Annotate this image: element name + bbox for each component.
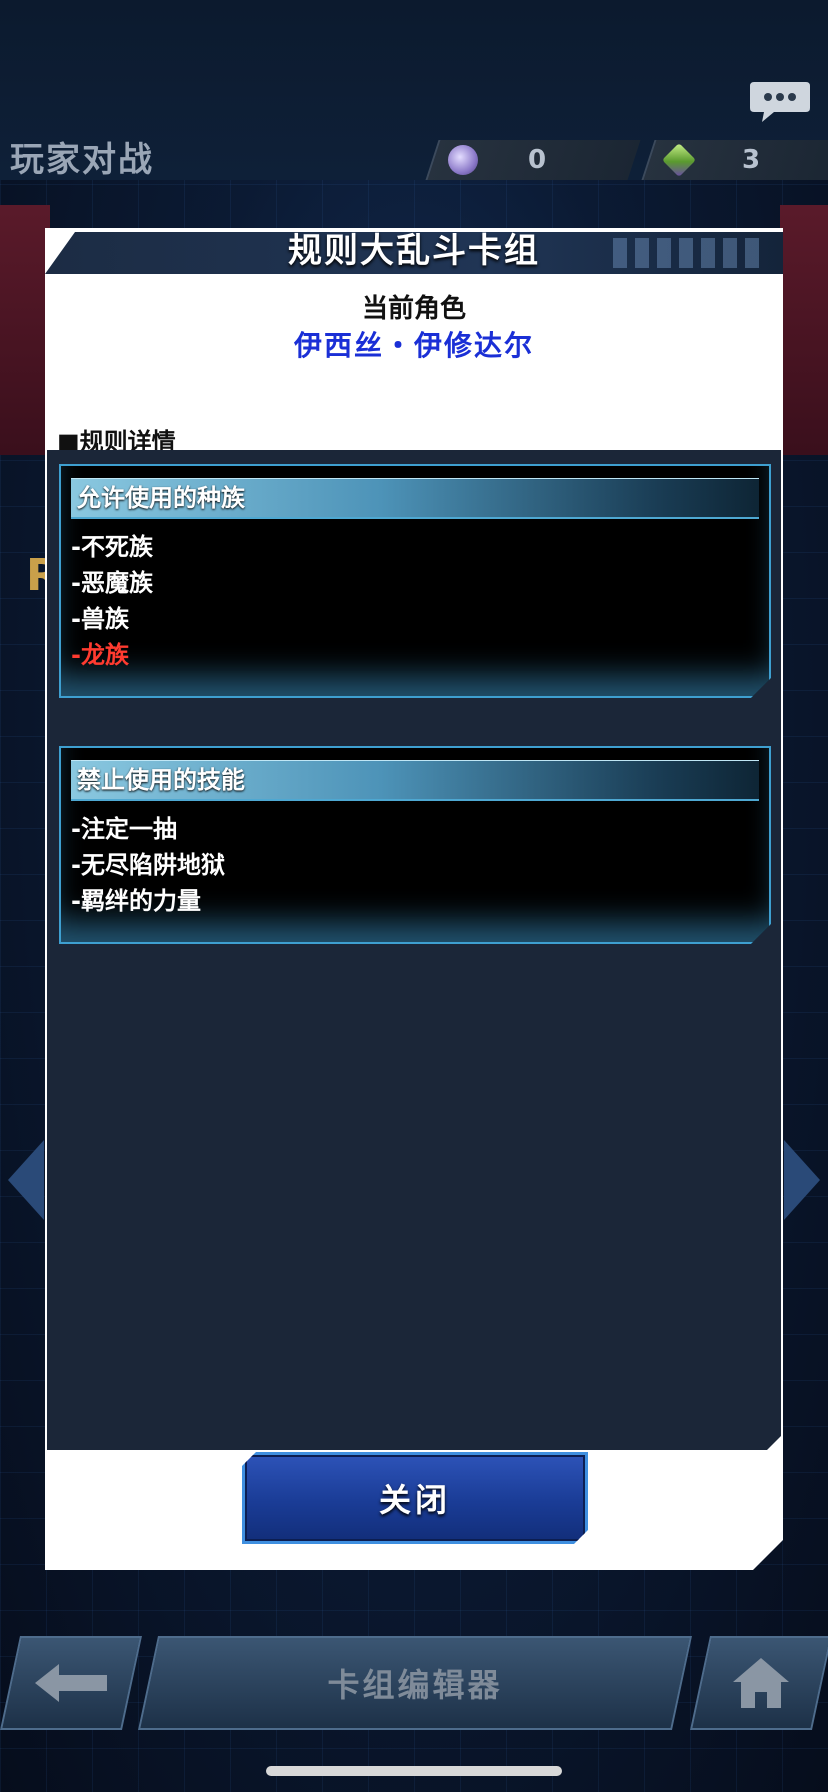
home-icon [733, 1658, 789, 1708]
dialog-title: 规则大乱斗卡组 [288, 231, 540, 271]
close-button-label: 关闭 [378, 1481, 451, 1519]
allowed-races-box: 允许使用的种族 -不死族 -恶魔族 -兽族 -龙族 [59, 464, 771, 698]
chat-bubble-icon[interactable] [748, 78, 812, 124]
gem-currency-display: 3 [641, 140, 828, 180]
back-button[interactable] [0, 1636, 142, 1730]
background-banner-right [780, 205, 828, 455]
list-item: -恶魔族 [71, 569, 153, 597]
list-item-highlighted: -龙族 [71, 641, 129, 669]
chevron-right-icon [784, 1140, 820, 1220]
home-button[interactable] [690, 1636, 828, 1730]
banned-skills-heading: 禁止使用的技能 [71, 760, 759, 801]
list-item: -无尽陷阱地狱 [71, 851, 225, 879]
list-item: -注定一抽 [71, 815, 177, 843]
background-banner-left [0, 205, 50, 455]
orb-count: 0 [528, 145, 547, 175]
list-item: -羁绊的力量 [71, 887, 201, 915]
rule-details-area[interactable]: 允许使用的种族 -不死族 -恶魔族 -兽族 -龙族 禁止使用的技能 -注定一抽 … [47, 450, 781, 1450]
bottom-nav: 卡组编辑器 [0, 1636, 828, 1736]
chevron-left-icon [8, 1140, 44, 1220]
arrow-left-icon [35, 1664, 107, 1702]
list-item: -兽族 [71, 605, 129, 633]
mode-title: 玩家对战 [10, 140, 154, 180]
home-indicator[interactable] [266, 1766, 562, 1776]
rule-duel-deck-dialog: 规则大乱斗卡组 当前角色 伊西丝・伊修达尔 ■规则详情 允许使用的种族 -不死族… [45, 228, 783, 1570]
banned-skills-box: 禁止使用的技能 -注定一抽 -无尽陷阱地狱 -羁绊的力量 [59, 746, 771, 944]
gem-icon [662, 143, 696, 177]
orb-currency-display: 0 [425, 140, 641, 180]
allowed-races-heading: 允许使用的种族 [71, 478, 759, 519]
current-character-name: 伊西丝・伊修达尔 [293, 329, 534, 362]
current-character-label: 当前角色 [361, 294, 466, 324]
deck-editor-button[interactable]: 卡组编辑器 [138, 1636, 692, 1730]
list-item: -不死族 [71, 533, 153, 561]
close-button[interactable]: 关闭 [242, 1452, 588, 1544]
gem-count: 3 [742, 145, 761, 175]
deck-editor-label: 卡组编辑器 [327, 1666, 503, 1704]
orb-icon [448, 145, 478, 175]
